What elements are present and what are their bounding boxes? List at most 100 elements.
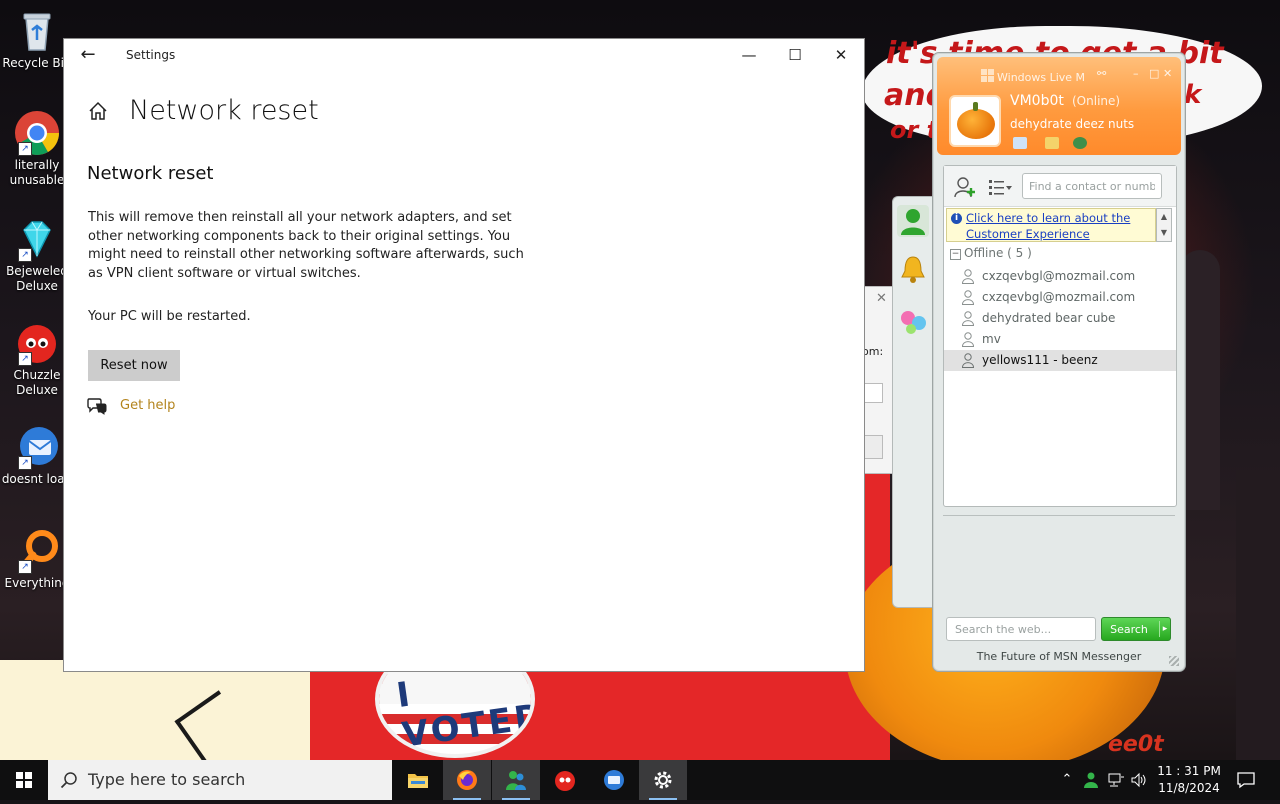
desktop-icon-everything[interactable]: ↗ Everything [0,528,74,591]
dialog-input-fragment[interactable] [862,383,883,403]
bell-icon [901,256,925,283]
folder-icon[interactable] [1045,137,1059,149]
network-icon[interactable] [1107,771,1125,789]
list-item[interactable]: cxzqevbgl@mozmail.com [944,287,1176,308]
list-item[interactable]: mv [944,329,1176,350]
shortcut-arrow-icon: ↗ [18,352,32,366]
messenger-side-tabs [892,196,933,608]
offline-person-icon [962,269,974,284]
wallpaper-tree-right [1236,470,1280,760]
dialog-button-fragment[interactable] [862,435,883,459]
minimize-icon[interactable]: – [1133,67,1139,80]
web-search-input[interactable] [946,617,1096,641]
description-text: This will remove then reinstall all your… [88,210,524,281]
title-bar[interactable]: ← Settings — ☐ ✕ [64,39,864,71]
windows-logo-icon [16,772,32,788]
dialog-text-fragment: om: [862,345,884,358]
desktop-icon-label: literally unusable [9,158,65,187]
wallpaper-tree [1180,250,1220,510]
list-item[interactable]: cxzqevbgl@mozmail.com [944,266,1176,287]
taskbar-search-box[interactable]: Type here to search [48,760,392,800]
section-title: Network reset [87,163,214,184]
close-icon[interactable]: ✕ [1163,67,1172,80]
notification-center-icon[interactable] [1236,771,1256,789]
reset-now-button[interactable]: Reset now [88,350,180,381]
maximize-icon[interactable]: ☐ [772,39,818,71]
taskbar-clock[interactable]: 11 : 31 PM 11/8/2024 [1150,763,1228,797]
gallery-tab[interactable] [897,305,929,337]
contacts-tab[interactable] [897,205,929,237]
magnifier-icon: ↗ [14,528,60,574]
messenger-window: Windows Live M ⚯ – □ ✕ VM0b0t (Online) d… [932,52,1186,672]
status-text[interactable]: (Online) [1072,94,1120,108]
search-icon [60,772,77,789]
taskbar-firefox[interactable] [443,760,491,800]
offline-person-icon [962,290,974,305]
messenger-icon [506,771,526,790]
desktop-icon-doesnt-load[interactable]: ↗ doesnt load [0,424,74,487]
desktop-icon-label: Everything [4,576,70,590]
wallpaper-speech-right: k [1184,80,1202,110]
list-item[interactable]: dehydrated bear cube [944,308,1176,329]
show-hidden-icons-chevron-icon[interactable]: ⌃ [1058,771,1076,789]
group-header-offline[interactable]: − Offline ( 5 ) [950,246,1032,260]
get-help-link[interactable]: Get help [120,398,175,413]
maximize-icon[interactable]: □ [1149,67,1159,80]
customer-experience-link[interactable]: Click here to learn about the Customer E… [966,210,1152,242]
desktop-icon-label: doesnt load [1,472,73,486]
desktop-icon-chuzzle[interactable]: ↗ Chuzzle Deluxe [0,320,74,398]
diamond-icon: ↗ [14,216,60,262]
taskbar-messenger[interactable] [492,760,540,800]
taskbar-file-explorer[interactable] [394,760,442,800]
info-notice: i Click here to learn about the Customer… [946,208,1156,242]
search-dropdown-icon[interactable]: ▸ [1159,621,1170,637]
personal-message[interactable]: dehydrate deez nuts [1010,117,1134,131]
desktop-icon-bejeweled[interactable]: ↗ Bejeweled Deluxe [0,216,74,294]
messenger-header: Windows Live M ⚯ – □ ✕ VM0b0t (Online) d… [937,57,1181,155]
desktop-icon-label: Chuzzle Deluxe [13,368,61,397]
resize-grip-icon[interactable] [1169,656,1179,666]
pumpkin-icon [957,109,995,139]
start-button[interactable] [0,760,48,800]
shortcut-arrow-icon: ↗ [18,142,32,156]
collapse-icon[interactable]: − [950,249,961,260]
desktop-icon-literally-unusable[interactable]: ↗ literally unusable [0,110,74,188]
back-arrow-icon[interactable]: ← [76,45,100,65]
alerts-tab[interactable] [897,253,929,285]
wallpaper-cream-area [0,660,330,760]
restart-note: Your PC will be restarted. [88,309,251,324]
xbox-icon[interactable] [1073,137,1087,149]
volume-icon[interactable] [1130,771,1148,789]
close-icon[interactable]: ✕ [876,291,887,306]
scroll-down-icon[interactable]: ▼ [1157,225,1171,240]
taskbar-settings[interactable] [639,760,687,800]
sign-out-icon[interactable]: ⚯ [1097,67,1106,80]
desktop-icon-label: Bejeweled Deluxe [6,264,68,293]
mail-icon[interactable] [1013,137,1027,149]
flowers-icon [901,311,926,334]
contact-name: mv [982,332,1001,346]
close-icon[interactable]: ✕ [818,39,864,71]
list-item-selected[interactable]: yellows111 - beenz [944,350,1176,371]
scroll-up-icon[interactable]: ▲ [1157,209,1171,224]
messenger-window-title: Windows Live M [997,71,1086,84]
find-contact-input[interactable] [1022,173,1162,199]
shortcut-arrow-icon: ↗ [18,248,32,262]
avatar[interactable] [949,95,1001,147]
page-title: Network reset [129,95,319,126]
taskbar-thunderbird[interactable] [590,760,638,800]
list-view-menu-icon[interactable] [989,178,1013,196]
contact-list-panel: i Click here to learn about the Customer… [943,165,1177,507]
notice-scrollbar[interactable]: ▲ ▼ [1156,208,1172,242]
person-icon [901,209,925,235]
wallpaper-bottom-text: ee0t [1108,732,1164,757]
minimize-icon[interactable]: — [726,39,772,71]
tray-messenger-icon[interactable] [1082,771,1100,789]
offline-person-icon [962,311,974,326]
desktop-icon-recycle-bin[interactable]: Recycle Bin [0,8,74,71]
home-icon[interactable] [88,101,108,121]
username[interactable]: VM0b0t [1010,93,1064,109]
contact-list: cxzqevbgl@mozmail.com cxzqevbgl@mozmail.… [944,266,1176,371]
add-contact-icon[interactable] [954,176,976,198]
taskbar-chuzzle[interactable] [541,760,589,800]
